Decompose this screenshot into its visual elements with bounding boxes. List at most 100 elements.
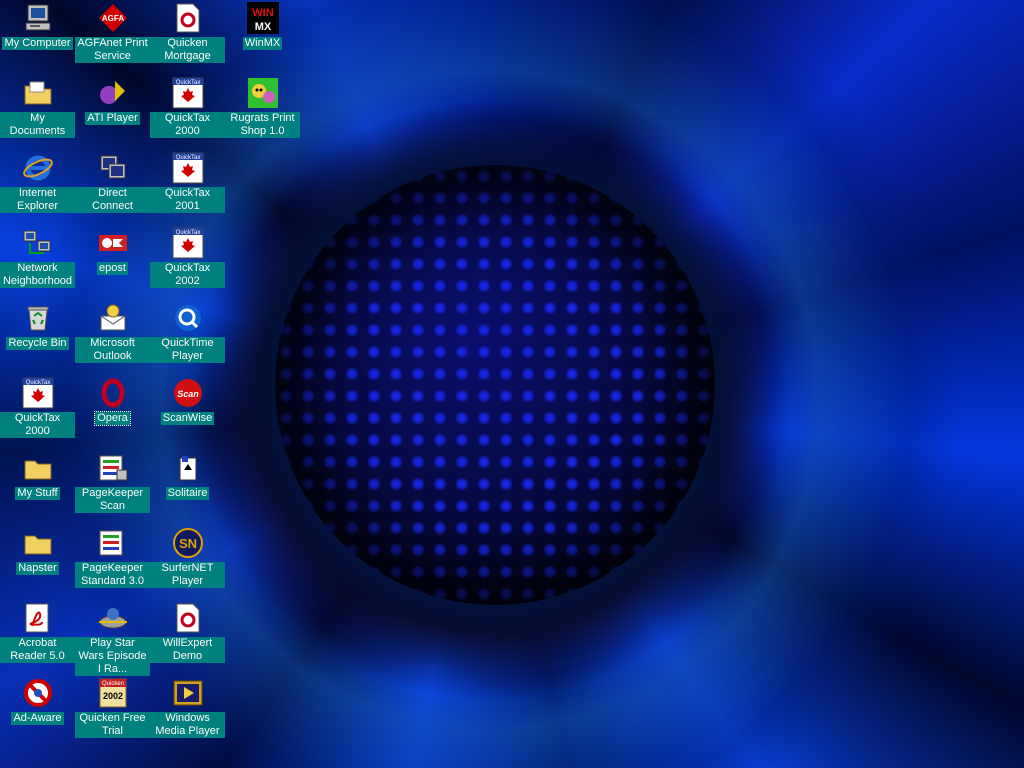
desktop-icon-label: Ad-Aware — [11, 712, 64, 725]
surfernet-icon: SN — [172, 528, 203, 558]
desktop-icon-label: My Computer — [2, 37, 73, 50]
quicktax-icon: QuickTax — [172, 77, 203, 109]
desktop-icon-recycle-bin[interactable]: Recycle Bin — [0, 302, 75, 350]
epost-icon — [98, 235, 127, 251]
desktop-icon-label: QuickTax 2001 — [150, 187, 225, 213]
agfa-icon: AGFA — [98, 4, 127, 32]
svg-text:AGFA: AGFA — [101, 14, 123, 23]
desktop-icon-quicktax-2000-b[interactable]: QuickTax QuickTax 2000 — [0, 377, 75, 438]
svg-text:QuickTax: QuickTax — [175, 155, 200, 161]
desktop-icon-label: PageKeeper Scan — [75, 487, 150, 513]
desktop-icon-label: Microsoft Outlook — [75, 337, 150, 363]
media-player-icon — [173, 680, 202, 706]
desktop-icon-quicktime-player[interactable]: QuickTime Player — [150, 302, 225, 363]
desktop-icon-quicken-mortgage[interactable]: Quicken Mortgage — [150, 2, 225, 63]
desktop-icon-direct-connect[interactable]: Direct Connect — [75, 152, 150, 213]
desktop-icon-label: QuickTime Player — [150, 337, 225, 363]
desktop-icon-pagekeeper-scan[interactable]: PageKeeper Scan — [75, 452, 150, 513]
desktop-icon-network-neighborhood[interactable]: Network Neighborhood — [0, 227, 75, 288]
desktop-icon-label: Internet Explorer — [0, 187, 75, 213]
desktop-icon-internet-explorer[interactable]: Internet Explorer — [0, 152, 75, 213]
folder-icon — [24, 535, 51, 555]
desktop-icon-label: Napster — [16, 562, 59, 575]
desktop-icon-agfanet-print-service[interactable]: AGFA AGFAnet Print Service — [75, 2, 150, 63]
scanwise-icon: Scan — [173, 379, 202, 407]
desktop-icon-label: Direct Connect — [75, 187, 150, 213]
quicktax-icon: QuickTax — [172, 152, 203, 184]
desktop-icon-scanwise[interactable]: Scan ScanWise — [150, 377, 225, 425]
desktop-icon-label: QuickTax 2002 — [150, 262, 225, 288]
folder-icon — [24, 460, 51, 480]
svg-text:QuickTax: QuickTax — [175, 230, 200, 236]
ati-player-icon — [99, 81, 125, 104]
acrobat-icon — [25, 603, 48, 633]
rugrats-icon — [247, 78, 278, 108]
svg-text:2002: 2002 — [102, 691, 122, 701]
ad-aware-icon — [23, 679, 52, 707]
desktop-icon-label: WillExpert Demo — [150, 637, 225, 663]
desktop-icon-label: ATI Player — [85, 112, 140, 125]
desktop-icon-napster[interactable]: Napster — [0, 527, 75, 575]
quicken-document-icon — [176, 603, 199, 633]
desktop-icon-quicktax-2000[interactable]: QuickTax QuickTax 2000 — [150, 77, 225, 138]
network-icon — [23, 230, 50, 254]
desktop-icon-opera[interactable]: Opera — [75, 377, 150, 426]
desktop-icon-solitaire[interactable]: Solitaire — [150, 452, 225, 500]
desktop-icon-label: Rugrats Print Shop 1.0 — [225, 112, 300, 138]
desktop-icon-star-wars[interactable]: Play Star Wars Episode I Ra... — [75, 602, 150, 676]
svg-text:MX: MX — [254, 21, 271, 33]
desktop-icon-label: Quicken Free Trial — [75, 712, 150, 738]
svg-text:SN: SN — [178, 536, 196, 551]
desktop-icon-pagekeeper-standard[interactable]: PageKeeper Standard 3.0 — [75, 527, 150, 588]
desktop-icon-label: Opera — [94, 411, 131, 426]
desktop-icon-label: SurferNET Player — [150, 562, 225, 588]
recycle-bin-icon — [27, 306, 48, 331]
desktop-icon-my-documents[interactable]: My Documents — [0, 77, 75, 138]
outlook-icon — [100, 304, 125, 331]
folder-icon — [24, 81, 51, 105]
quicktime-icon — [174, 305, 201, 331]
desktop-icon-microsoft-outlook[interactable]: Microsoft Outlook — [75, 302, 150, 363]
svg-text:QuickTax: QuickTax — [25, 380, 50, 386]
svg-text:QuickTax: QuickTax — [175, 80, 200, 86]
desktop-icon-winmx[interactable]: WIN MX WinMX — [225, 2, 300, 50]
desktop-icon-label: My Stuff — [15, 487, 60, 500]
desktop-icon-label: AGFAnet Print Service — [75, 37, 150, 63]
winmx-icon: WIN MX — [246, 2, 279, 34]
desktop-icon-ati-player[interactable]: ATI Player — [75, 77, 150, 125]
svg-text:Scan: Scan — [177, 389, 199, 399]
desktop-icon-acrobat-reader[interactable]: Acrobat Reader 5.0 — [0, 602, 75, 663]
desktop-icon-epost[interactable]: epost — [75, 227, 150, 275]
desktop-icon-label: PageKeeper Standard 3.0 — [75, 562, 150, 588]
svg-text:Quicken: Quicken — [101, 681, 123, 687]
desktop-icon-my-stuff[interactable]: My Stuff — [0, 452, 75, 500]
quicken-box-icon: Quicken 2002 — [99, 678, 126, 708]
desktop-icon-ad-aware[interactable]: Ad-Aware — [0, 677, 75, 725]
desktop-icon-label: My Documents — [0, 112, 75, 138]
desktop-icon-label: ScanWise — [160, 412, 215, 425]
solitaire-icon — [179, 456, 196, 481]
desktop-icon-label: Quicken Mortgage — [150, 37, 225, 63]
flower-seedhead — [275, 165, 715, 605]
desktop-icon-willexpert-demo[interactable]: WillExpert Demo — [150, 602, 225, 663]
desktop-icon-my-computer[interactable]: My Computer — [0, 2, 75, 50]
quicktax-icon: QuickTax — [172, 227, 203, 259]
pagekeeper-icon — [99, 530, 122, 556]
my-computer-icon — [25, 4, 50, 31]
desktop-icon-quicktax-2002[interactable]: QuickTax QuickTax 2002 — [150, 227, 225, 288]
desktop-icon-label: WinMX — [242, 37, 283, 50]
desktop-icon-label: Recycle Bin — [6, 337, 69, 350]
desktop-icon-label: Acrobat Reader 5.0 — [0, 637, 75, 663]
desktop-icon-rugrats-print-shop[interactable]: Rugrats Print Shop 1.0 — [225, 77, 300, 138]
desktop-icon-label: Play Star Wars Episode I Ra... — [75, 637, 150, 676]
desktop-icon-surfernet-player[interactable]: SN SurferNET Player — [150, 527, 225, 588]
desktop-icon-windows-media-player[interactable]: Windows Media Player — [150, 677, 225, 738]
desktop-icon-label: QuickTax 2000 — [0, 412, 75, 438]
desktop-icon-label: Solitaire — [165, 487, 210, 500]
desktop-icon-quicken-free-trial[interactable]: Quicken 2002 Quicken Free Trial — [75, 677, 150, 738]
desktop-icon-quicktax-2001[interactable]: QuickTax QuickTax 2001 — [150, 152, 225, 213]
pagekeeper-icon — [99, 455, 127, 481]
star-wars-icon — [98, 608, 127, 629]
quicktax-icon: QuickTax — [22, 377, 53, 409]
direct-connect-icon — [100, 155, 125, 179]
